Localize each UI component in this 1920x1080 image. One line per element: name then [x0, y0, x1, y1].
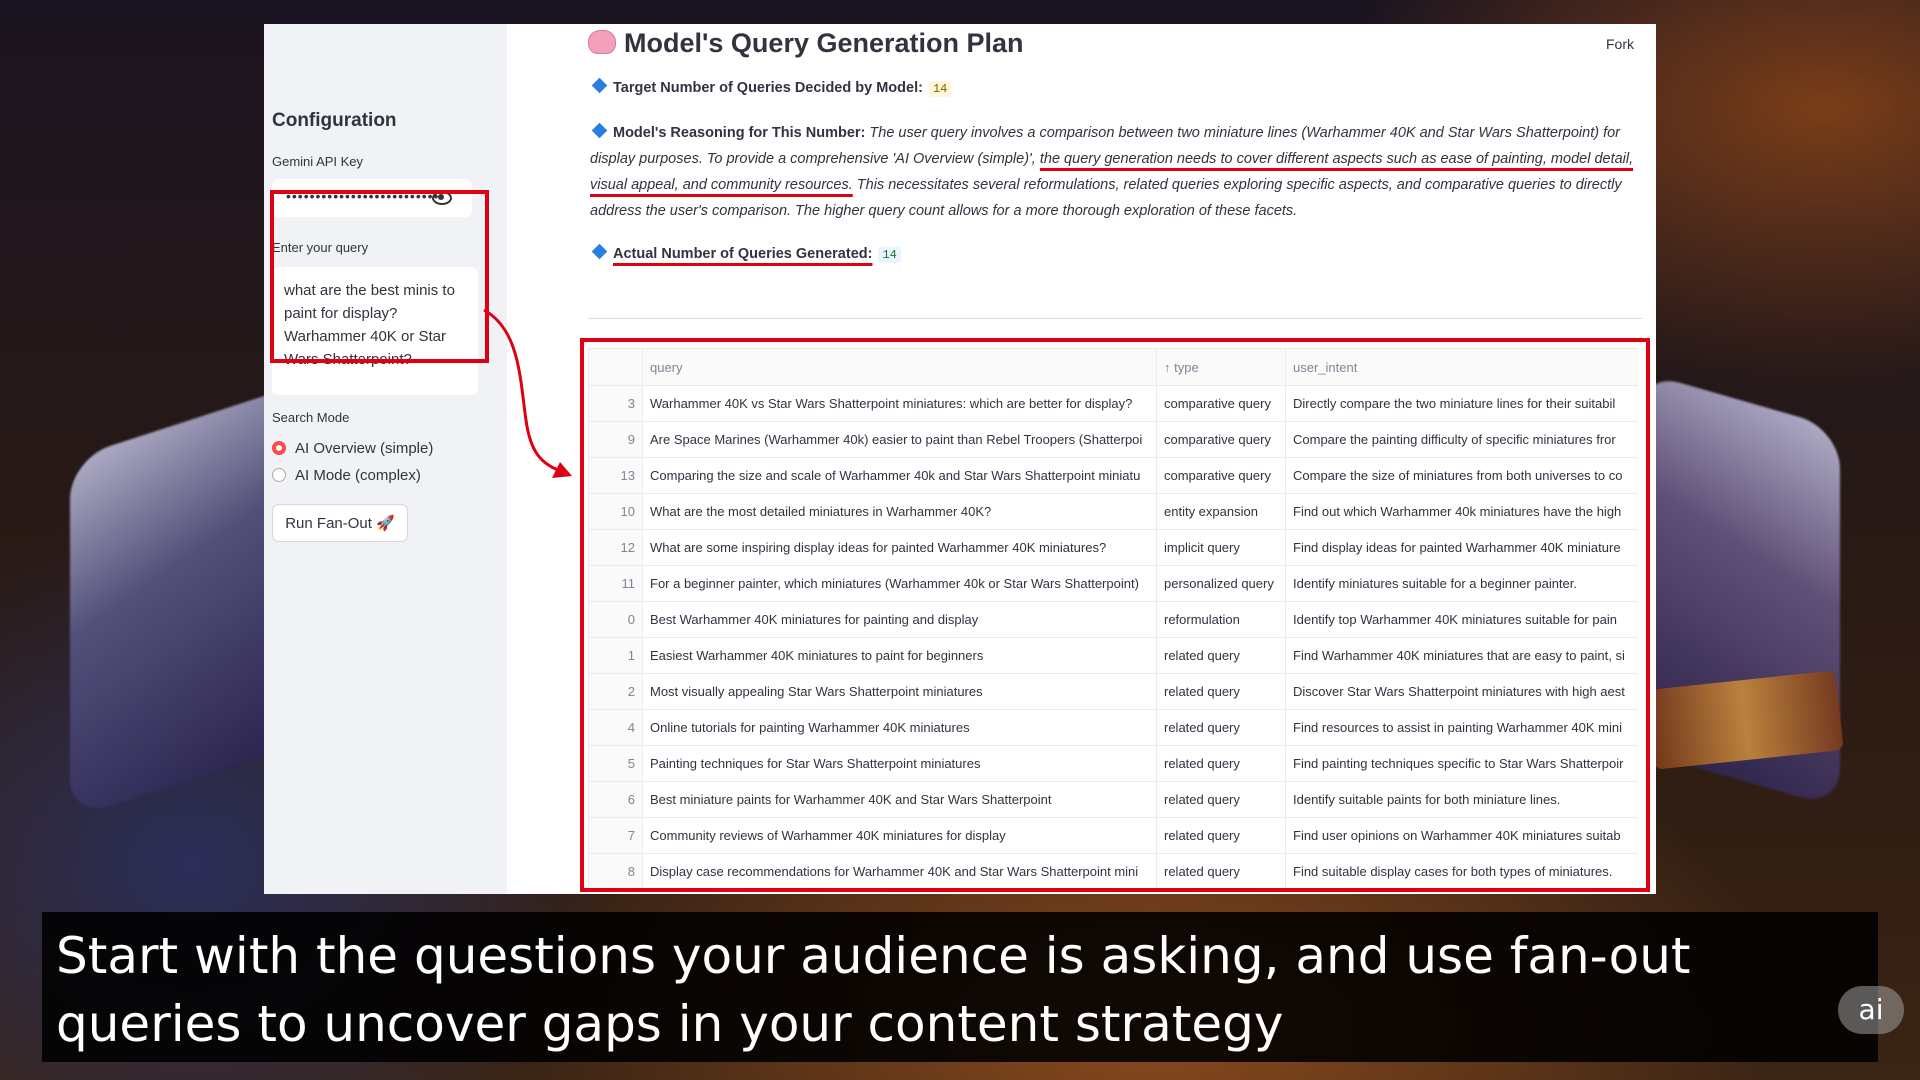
diamond-icon: [591, 122, 608, 139]
target-label: Target Number of Queries Decided by Mode…: [613, 80, 923, 96]
radio-ai-mode[interactable]: AI Mode (complex): [272, 467, 421, 484]
actual-label: Actual Number of Queries Generated:: [613, 246, 873, 262]
actual-count-line: Actual Number of Queries Generated: 14: [590, 243, 901, 263]
page-title-text: Model's Query Generation Plan: [624, 28, 1024, 58]
caption-text: Start with the questions your audience i…: [56, 927, 1691, 1053]
reasoning-label: Model's Reasoning for This Number:: [613, 125, 866, 141]
brain-icon: [588, 30, 616, 54]
sidebar-title: Configuration: [272, 110, 397, 131]
arrow-icon: [483, 308, 572, 478]
divider: [588, 318, 1642, 319]
radio-label: AI Mode (complex): [295, 467, 421, 484]
target-count-line: Target Number of Queries Decided by Mode…: [590, 77, 952, 97]
highlight-box-query: [270, 190, 489, 363]
page-title: Model's Query Generation Plan: [588, 28, 1024, 59]
highlight-box-table: [580, 338, 1650, 892]
radio-empty-icon: [272, 468, 286, 482]
run-fan-out-button[interactable]: Run Fan-Out 🚀: [272, 504, 408, 542]
caption-bar: Start with the questions your audience i…: [42, 912, 1878, 1062]
sidebar: Configuration Gemini API Key •••••••••••…: [264, 24, 507, 894]
fork-link[interactable]: Fork: [1606, 36, 1634, 52]
reasoning-paragraph: Model's Reasoning for This Number: The u…: [590, 120, 1636, 224]
ai-badge: ai: [1838, 986, 1904, 1034]
radio-label: AI Overview (simple): [295, 440, 434, 457]
search-mode-label: Search Mode: [272, 410, 350, 425]
app-screenshot: Configuration Gemini API Key •••••••••••…: [264, 24, 1656, 894]
radio-selected-icon: [272, 441, 286, 455]
api-key-label: Gemini API Key: [272, 154, 364, 169]
actual-value-badge: 14: [878, 247, 901, 263]
radio-ai-overview[interactable]: AI Overview (simple): [272, 440, 433, 457]
diamond-icon: [591, 77, 608, 94]
target-value-badge: 14: [928, 81, 952, 97]
diamond-icon: [591, 243, 608, 260]
